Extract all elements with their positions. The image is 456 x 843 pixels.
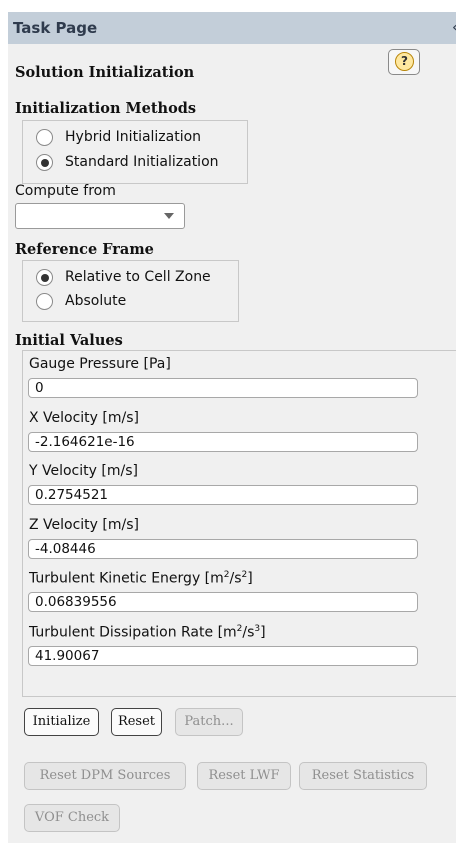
init-methods-label: Initialization Methods — [15, 100, 197, 117]
y-velocity-label: Y Velocity [m/s] — [29, 463, 138, 479]
x-velocity-input[interactable]: -2.164621e-16 — [28, 432, 418, 452]
collapse-icon[interactable]: ‹ — [452, 18, 456, 36]
gauge-pressure-input[interactable]: 0 — [28, 378, 418, 398]
compute-from-dropdown[interactable] — [15, 203, 185, 229]
page-title: Solution Initialization — [15, 64, 195, 81]
radio-absolute-label: Absolute — [65, 293, 127, 309]
reset-lwf-button[interactable]: Reset LWF — [197, 762, 291, 790]
patch-button[interactable]: Patch... — [175, 708, 243, 736]
radio-absolute-dot[interactable] — [36, 293, 53, 310]
turbulent-kinetic-energy-input[interactable]: 0.06839556 — [28, 592, 418, 612]
turbulent-dissipation-rate-label: Turbulent Dissipation Rate [m2/s3] — [29, 624, 266, 641]
radio-hybrid-dot[interactable] — [36, 129, 53, 146]
radio-relative-dot[interactable] — [36, 269, 53, 286]
radio-standard-dot[interactable] — [36, 154, 53, 171]
reference-frame-label: Reference Frame — [15, 241, 154, 258]
help-icon: ? — [395, 52, 414, 71]
initial-values-label: Initial Values — [15, 332, 123, 349]
chevron-down-icon — [164, 213, 174, 219]
reset-dpm-sources-button[interactable]: Reset DPM Sources — [24, 762, 186, 790]
reset-statistics-button[interactable]: Reset Statistics — [299, 762, 427, 790]
turbulent-dissipation-rate-input[interactable]: 41.90067 — [28, 646, 418, 666]
z-velocity-input[interactable]: -4.08446 — [28, 539, 418, 559]
initialize-button[interactable]: Initialize — [24, 708, 99, 736]
task-page-title: Task Page — [13, 19, 98, 37]
reset-button[interactable]: Reset — [111, 708, 162, 736]
turbulent-kinetic-energy-label: Turbulent Kinetic Energy [m2/s2] — [29, 570, 253, 587]
radio-hybrid-label: Hybrid Initialization — [65, 129, 202, 145]
compute-from-label: Compute from — [15, 183, 116, 199]
help-button[interactable]: ? — [388, 49, 420, 75]
radio-standard-label: Standard Initialization — [65, 154, 219, 170]
task-page-header: Task Page ‹ — [8, 12, 456, 44]
gauge-pressure-label: Gauge Pressure [Pa] — [29, 356, 171, 372]
y-velocity-input[interactable]: 0.2754521 — [28, 485, 418, 505]
radio-relative-label: Relative to Cell Zone — [65, 269, 211, 285]
z-velocity-label: Z Velocity [m/s] — [29, 517, 139, 533]
x-velocity-label: X Velocity [m/s] — [29, 410, 139, 426]
vof-check-button[interactable]: VOF Check — [24, 804, 120, 832]
